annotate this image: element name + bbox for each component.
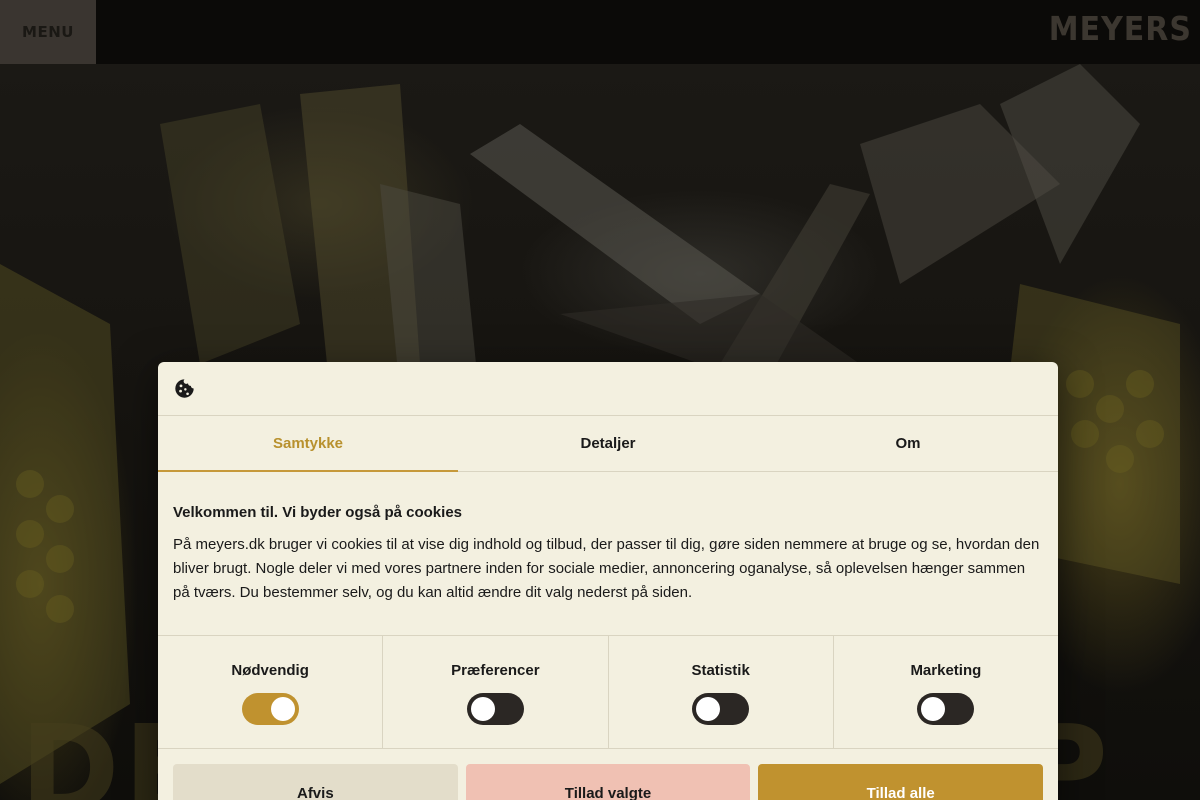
meyers-logo[interactable]: MEYERS — [1049, 10, 1192, 49]
consent-body-text: På meyers.dk bruger vi cookies til at vi… — [173, 536, 1040, 601]
toggle-knob — [696, 697, 721, 721]
toggle-label-preferences: Præferencer — [451, 662, 540, 679]
consent-toggles: Nødvendig Præferencer Statistik Marketin… — [158, 636, 1058, 749]
allow-selected-button[interactable]: Tillad valgte — [465, 764, 751, 800]
toggle-knob — [921, 697, 946, 721]
toggle-label-necessary: Nødvendig — [231, 662, 309, 679]
statistics-toggle[interactable] — [692, 693, 750, 725]
dialog-header — [158, 362, 1058, 416]
allow-selected-button-label: Tillad valgte — [564, 784, 652, 800]
menu-button[interactable]: MENU — [0, 0, 96, 64]
toggle-group-statistics: Statistik — [609, 636, 834, 748]
allow-all-button[interactable]: Tillad alle — [758, 764, 1044, 800]
toggle-label-marketing: Marketing — [910, 662, 982, 679]
tab-detaljer[interactable]: Detaljer — [458, 416, 758, 471]
cookie-icon — [175, 379, 194, 398]
toggle-group-preferences: Præferencer — [383, 636, 609, 748]
marketing-toggle[interactable] — [917, 693, 975, 725]
consent-buttons: Afvis Tillad valgte Tillad alle — [158, 749, 1058, 800]
top-bar: MENU MEYERS — [0, 0, 1200, 64]
allow-all-button-label: Tillad alle — [866, 784, 935, 800]
page: DE P MENU MEYERS Samtykke Detaljer Om Ve… — [0, 0, 1200, 800]
necessary-toggle[interactable] — [241, 693, 299, 725]
reject-button[interactable]: Afvis — [173, 764, 458, 800]
consent-content: Velkommen til. Vi byder også på cookies … — [158, 472, 1058, 636]
toggle-knob — [270, 697, 295, 721]
toggle-knob — [470, 697, 495, 721]
tab-samtykke[interactable]: Samtykke — [158, 416, 458, 472]
tab-om[interactable]: Om — [758, 416, 1058, 471]
toggle-group-necessary: Nødvendig — [158, 636, 384, 748]
toggle-label-statistics: Statistik — [691, 662, 750, 679]
toggle-group-marketing: Marketing — [834, 636, 1058, 748]
cookie-consent-dialog: Samtykke Detaljer Om Velkommen til. Vi b… — [158, 362, 1058, 800]
consent-heading: Velkommen til. Vi byder også på cookies — [173, 504, 462, 521]
preferences-toggle[interactable] — [466, 693, 524, 725]
reject-button-label: Afvis — [296, 784, 334, 800]
consent-tabs: Samtykke Detaljer Om — [158, 416, 1058, 472]
